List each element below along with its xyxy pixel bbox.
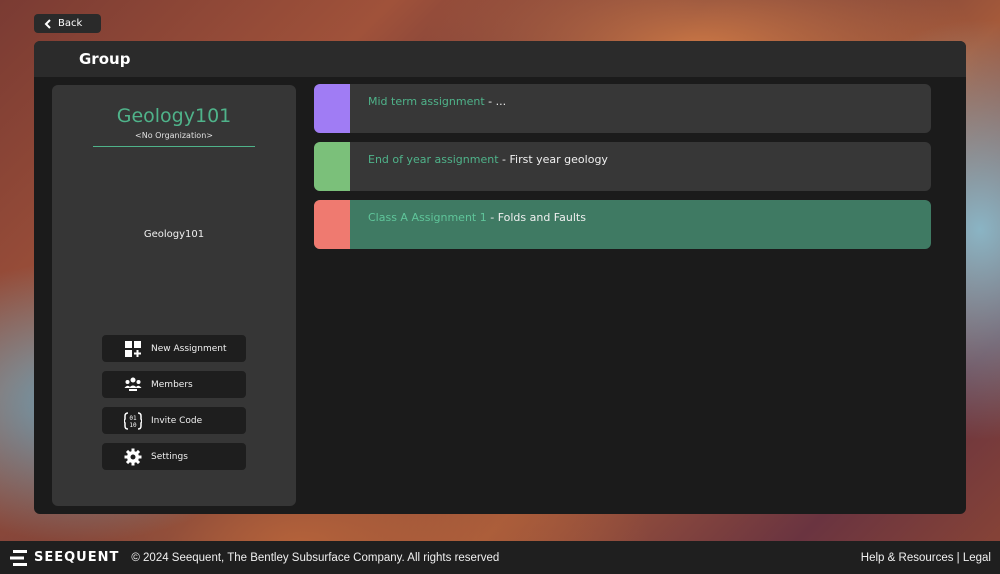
group-header: Group [34,41,966,77]
assignment-separator: - [484,95,496,108]
svg-text:01: 01 [129,415,137,422]
new-assignment-label: New Assignment [151,343,227,354]
group-panel: Group Geology101 <No Organization> Geolo… [34,41,966,514]
gear-icon [124,448,142,465]
seequent-logo[interactable]: SEEQUENT [10,549,120,566]
members-icon [124,377,142,391]
new-assignment-button[interactable]: New Assignment [102,335,246,362]
code-braces-icon: 01 10 [124,411,142,430]
assignment-list: Mid term assignment - ... End of year as… [314,84,931,258]
footer: SEEQUENT © 2024 Seequent, The Bentley Su… [0,541,1000,574]
assignment-label: Mid term assignment - ... [350,84,506,133]
assignment-name: End of year assignment [368,153,499,166]
assignment-separator: - [498,153,510,166]
assignment-item[interactable]: End of year assignment - First year geol… [314,142,931,191]
assignment-item[interactable]: Mid term assignment - ... [314,84,931,133]
assignment-subtitle: Folds and Faults [497,211,586,224]
group-sidebar: Geology101 <No Organization> Geology101 … [52,85,296,506]
assignment-name: Class A Assignment 1 [368,211,487,224]
assignment-color-tag [314,84,350,133]
add-grid-icon [125,340,141,357]
assignment-label: Class A Assignment 1 - Folds and Faults [350,200,586,249]
invite-code-button[interactable]: 01 10 Invite Code [102,407,246,434]
assignment-name: Mid term assignment [368,95,485,108]
back-label: Back [58,18,83,29]
assignment-item-selected[interactable]: Class A Assignment 1 - Folds and Faults [314,200,931,249]
assignment-subtitle: ... [495,95,507,108]
assignment-label: End of year assignment - First year geol… [350,142,608,191]
group-name: Geology101 [116,105,232,127]
help-legal-links[interactable]: Help & Resources | Legal [861,552,991,564]
title-divider [93,146,255,147]
seequent-logo-icon [10,549,27,566]
assignment-subtitle: First year geology [509,153,608,166]
invite-code-label: Invite Code [151,415,203,426]
settings-button[interactable]: Settings [102,443,246,470]
svg-text:10: 10 [129,422,137,429]
back-button[interactable]: Back [34,14,101,33]
brand-name: SEEQUENT [34,550,120,565]
organization-label: <No Organization> [135,131,213,140]
chevron-left-icon [44,18,51,29]
group-description: Geology101 [143,229,205,240]
members-label: Members [151,379,193,390]
assignment-separator: - [486,211,498,224]
page-title: Group [79,50,131,68]
settings-label: Settings [151,451,188,462]
assignment-color-tag [314,142,350,191]
copyright-text: © 2024 Seequent, The Bentley Subsurface … [131,551,500,564]
members-button[interactable]: Members [102,371,246,398]
assignment-color-tag [314,200,350,249]
